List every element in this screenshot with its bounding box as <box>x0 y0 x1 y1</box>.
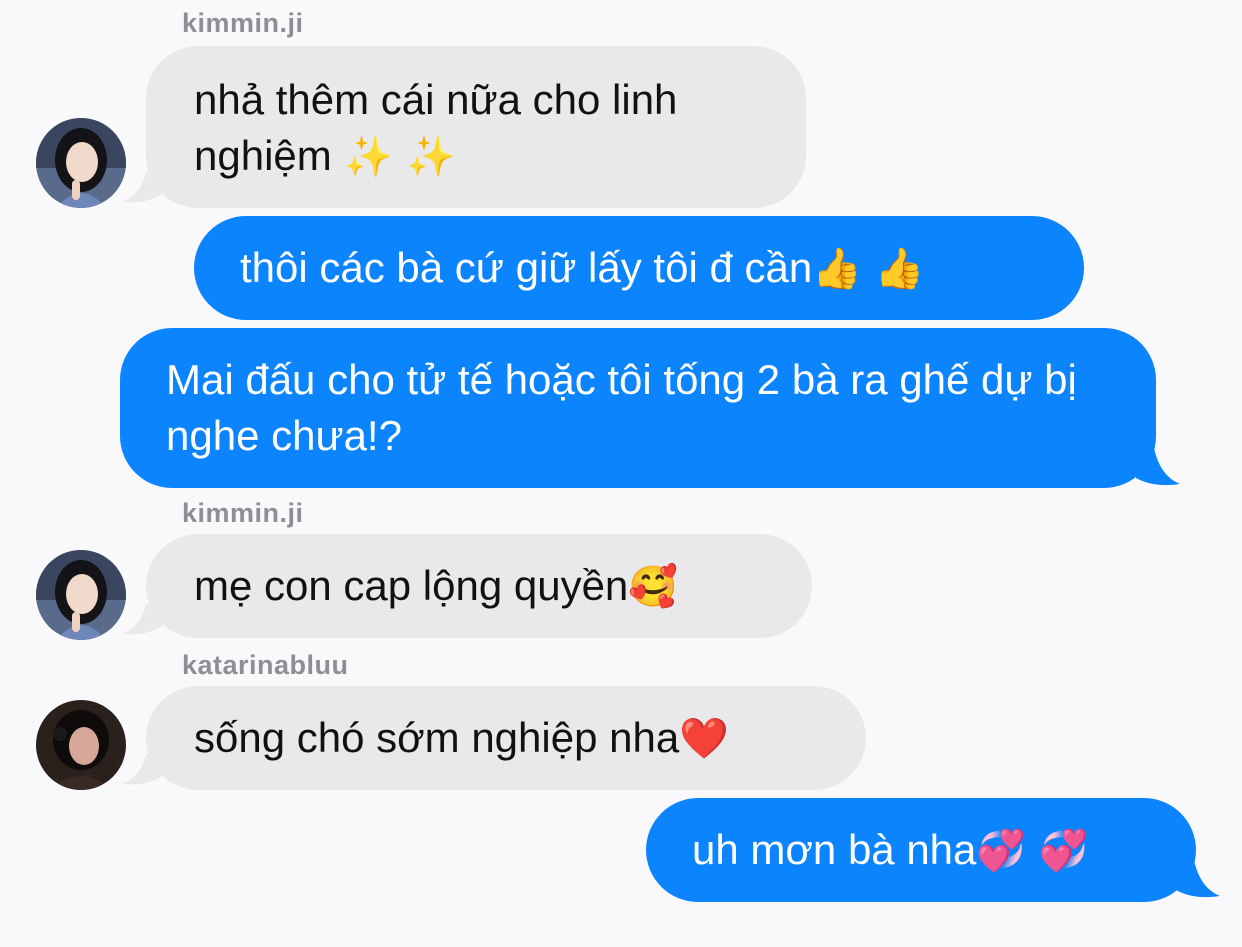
sender-name: katarinabluu <box>182 650 349 680</box>
message-text: Mai đấu cho tử tế hoặc tôi tống 2 bà ra … <box>166 356 1077 459</box>
message-bubble-incoming[interactable]: mẹ con cap lộng quyền🥰 <box>146 534 812 638</box>
message-bubble-incoming[interactable]: sống chó sớm nghiệp nha❤️ <box>146 686 866 790</box>
message-bubble-outgoing[interactable]: uh mơn bà nha💞 💞 <box>646 798 1196 902</box>
message-bubble-outgoing[interactable]: thôi các bà cứ giữ lấy tôi đ cần👍 👍 <box>194 216 1084 320</box>
avatar-kimmin-ji[interactable] <box>36 118 126 208</box>
avatar-katarinabluu[interactable] <box>36 700 126 790</box>
message-bubble-incoming[interactable]: nhả thêm cái nữa cho linh nghiệm ✨ ✨ <box>146 46 806 208</box>
bubble-tail <box>1136 448 1180 486</box>
message-text: sống chó sớm nghiệp nha <box>194 714 680 761</box>
revolving-hearts-emoji-icon: 💞 💞 <box>976 828 1089 874</box>
thumbs-up-emoji-icon: 👍 👍 <box>812 246 925 292</box>
sender-name: kimmin.ji <box>182 8 304 38</box>
sparkles-emoji-icon: ✨ ✨ <box>343 134 456 180</box>
message-text: mẹ con cap lộng quyền <box>194 562 629 609</box>
chat-thread: kimmin.ji nhả thêm cái nữa cho linh nghi… <box>0 0 1242 947</box>
message-text: thôi các bà cứ giữ lấy tôi đ cần <box>240 244 813 291</box>
avatar-kimmin-ji[interactable] <box>36 550 126 640</box>
message-bubble-outgoing[interactable]: Mai đấu cho tử tế hoặc tôi tống 2 bà ra … <box>120 328 1156 488</box>
red-heart-emoji-icon: ❤️ <box>679 716 730 762</box>
sender-name: kimmin.ji <box>182 498 304 528</box>
bubble-tail <box>1176 860 1220 898</box>
smiling-face-hearts-emoji-icon: 🥰 <box>628 564 679 610</box>
message-text: uh mơn bà nha <box>692 826 977 873</box>
